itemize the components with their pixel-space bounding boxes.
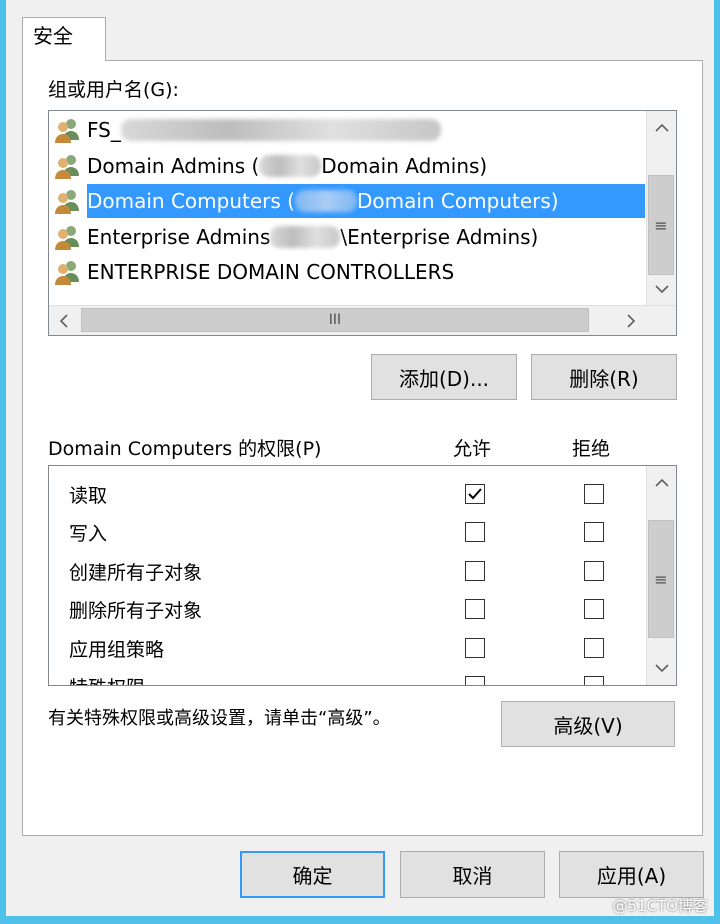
- permission-row-apply-gpo: 应用组策略: [49, 630, 644, 668]
- list-item-text: Enterprise Admins: [87, 225, 271, 249]
- list-item-domain-admins[interactable]: Domain Admins ( Domain Admins): [53, 149, 643, 183]
- permission-row-create-children: 创建所有子对象: [49, 553, 644, 591]
- window-frame-right: [714, 0, 720, 924]
- add-button[interactable]: 添加(D)...: [371, 354, 517, 400]
- allow-write-checkbox[interactable]: [465, 522, 485, 542]
- chevron-up-icon: [655, 123, 669, 132]
- allow-read-checkbox[interactable]: [465, 484, 485, 504]
- list-item-text: Domain Computers (: [87, 189, 295, 213]
- users-group-icon: [55, 155, 79, 179]
- scroll-thumb-horizontal[interactable]: III: [81, 308, 589, 332]
- tab-security[interactable]: 安全: [22, 17, 106, 61]
- window-frame-bottom: [0, 916, 720, 924]
- list-item-enterprise-dc[interactable]: ENTERPRISE DOMAIN CONTROLLERS: [53, 255, 643, 289]
- permission-name: 特殊权限: [69, 673, 145, 685]
- remove-button[interactable]: 删除(R): [531, 354, 677, 400]
- scroll-up-button[interactable]: [647, 113, 676, 143]
- users-group-icon: [55, 226, 79, 250]
- permissions-list[interactable]: 读取 写入 创建所有子对象 删除所有子对象 应用组策略 特殊权限 ≡: [48, 465, 677, 686]
- list-horizontal-scrollbar[interactable]: III: [49, 305, 676, 335]
- deny-apply-gpo-checkbox[interactable]: [584, 638, 604, 658]
- advanced-button[interactable]: 高级(V): [501, 701, 675, 747]
- list-item-enterprise-admins[interactable]: Enterprise Admins \Enterprise Admins): [53, 220, 643, 254]
- scroll-down-button[interactable]: [647, 653, 676, 683]
- permission-name: 写入: [69, 523, 108, 545]
- users-group-icon: [55, 190, 79, 214]
- permission-row-read: 读取: [49, 476, 644, 514]
- users-group-icon: [55, 119, 79, 143]
- deny-create-children-checkbox[interactable]: [584, 561, 604, 581]
- advanced-hint-text: 有关特殊权限或高级设置，请单击“高级”。: [48, 708, 391, 729]
- chevron-down-icon: [655, 664, 669, 673]
- list-vertical-scrollbar[interactable]: ≡: [646, 111, 676, 306]
- scroll-thumb[interactable]: ≡: [648, 520, 674, 638]
- allow-apply-gpo-checkbox[interactable]: [465, 638, 485, 658]
- window-frame-left: [0, 0, 6, 924]
- list-item-text: Domain Computers): [356, 189, 559, 213]
- permission-row-write: 写入: [49, 514, 644, 552]
- list-item-text: Domain Admins (: [87, 154, 260, 178]
- redacted-text: [259, 155, 322, 177]
- deny-write-checkbox[interactable]: [584, 522, 604, 542]
- cancel-button[interactable]: 取消: [400, 851, 545, 898]
- list-item-text: \Enterprise Admins): [340, 225, 539, 249]
- allow-delete-children-checkbox[interactable]: [465, 599, 485, 619]
- redacted-text: [294, 190, 357, 212]
- permission-name: 删除所有子对象: [69, 600, 203, 622]
- list-item-domain-computers[interactable]: Domain Computers ( Domain Computers): [55, 184, 645, 218]
- checkmark-icon: [468, 488, 482, 500]
- list-item-text: FS_: [87, 118, 121, 142]
- chevron-right-icon: [627, 314, 636, 328]
- group-users-list[interactable]: FS_ Domain Admins ( Domain Admins) Domai…: [48, 110, 677, 336]
- scroll-grip: ≡: [654, 215, 668, 235]
- permission-name: 应用组策略: [69, 639, 165, 661]
- ok-button[interactable]: 确定: [240, 851, 385, 898]
- chevron-up-icon: [655, 478, 669, 487]
- group-users-label: 组或用户名(G):: [48, 79, 179, 101]
- scroll-grip: III: [328, 312, 342, 328]
- permission-row-special: 特殊权限: [49, 668, 644, 685]
- deny-special-checkbox[interactable]: [584, 676, 604, 685]
- scroll-down-button[interactable]: [647, 274, 676, 304]
- scroll-grip: ≡: [654, 569, 668, 589]
- scroll-right-button[interactable]: [616, 306, 646, 335]
- users-group-icon: [55, 261, 79, 285]
- chevron-down-icon: [655, 285, 669, 294]
- scroll-thumb[interactable]: ≡: [648, 175, 674, 275]
- redacted-text: [120, 119, 441, 141]
- watermark: @51CTO博客: [612, 897, 708, 915]
- permission-row-delete-children: 删除所有子对象: [49, 591, 644, 629]
- scroll-up-button[interactable]: [647, 468, 676, 498]
- list-item-text: ENTERPRISE DOMAIN CONTROLLERS: [87, 260, 455, 284]
- permissions-vertical-scrollbar[interactable]: ≡: [646, 466, 676, 685]
- redacted-text: [270, 226, 341, 248]
- apply-button[interactable]: 应用(A): [559, 851, 704, 898]
- list-item-fs[interactable]: FS_: [53, 113, 643, 147]
- permission-name: 读取: [69, 485, 108, 507]
- list-item-text: Domain Admins): [321, 154, 488, 178]
- deny-delete-children-checkbox[interactable]: [584, 599, 604, 619]
- deny-read-checkbox[interactable]: [584, 484, 604, 504]
- permission-name: 创建所有子对象: [69, 562, 203, 584]
- chevron-left-icon: [59, 314, 68, 328]
- scroll-left-button[interactable]: [49, 306, 79, 335]
- allow-special-checkbox[interactable]: [465, 676, 485, 685]
- permissions-label: Domain Computers 的权限(P): [48, 438, 322, 460]
- allow-column-header: 允许: [453, 438, 492, 460]
- allow-create-children-checkbox[interactable]: [465, 561, 485, 581]
- deny-column-header: 拒绝: [572, 438, 611, 460]
